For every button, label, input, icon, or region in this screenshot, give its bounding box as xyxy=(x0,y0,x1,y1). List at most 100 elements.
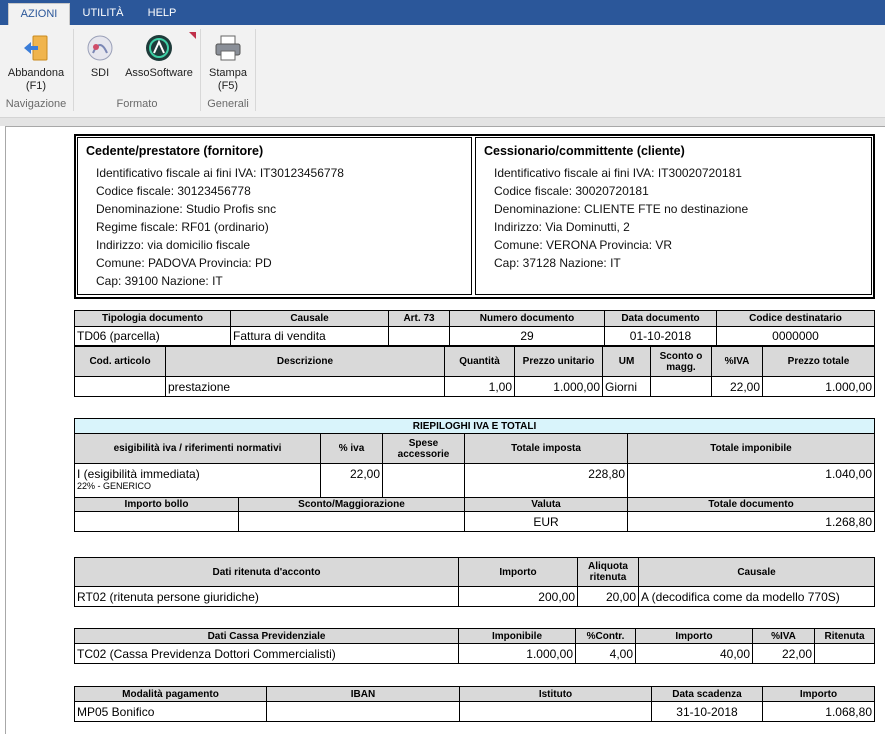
abbandona-shortcut: (F1) xyxy=(25,80,47,92)
iban-cell xyxy=(266,701,460,722)
header-cell: Totale documento xyxy=(627,497,875,512)
stampa-label: Stampa xyxy=(209,67,247,79)
cessionario-line: Codice fiscale: 30020720181 xyxy=(494,184,649,198)
document-data-table: Tipologia documento Causale Art. 73 Nume… xyxy=(74,310,875,346)
table-row: MP05 Bonifico 31-10-2018 1.068,80 xyxy=(74,701,875,722)
esigibilita-value: I (esigibilità immediata) xyxy=(77,467,200,481)
assosoftware-logo-icon xyxy=(144,33,174,63)
cassa-iva-cell: 22,00 xyxy=(752,643,815,664)
header-cell: Descrizione xyxy=(165,346,445,377)
cessionario-line: Indirizzo: Via Dominutti, 2 xyxy=(494,220,630,234)
ritenuta-aliquota-cell: 20,00 xyxy=(577,586,639,607)
cessionario-line: Comune: VERONA Provincia: VR xyxy=(494,238,673,252)
header-cell: Aliquota ritenuta xyxy=(577,557,639,587)
cedente-line: Identificativo fiscale ai fini IVA: IT30… xyxy=(96,166,344,180)
sconto-cell xyxy=(650,376,712,397)
quantita-cell: 1,00 xyxy=(444,376,515,397)
header-cell: Data scadenza xyxy=(651,686,763,702)
header-cell: Quantità xyxy=(444,346,515,377)
spese-cell xyxy=(382,463,465,498)
header-cell: IBAN xyxy=(266,686,460,702)
table-row: TC02 (Cassa Previdenza Dottori Commercia… xyxy=(74,643,875,664)
cassa-imponibile-cell: 1.000,00 xyxy=(458,643,576,664)
totale-imposta-cell: 228,80 xyxy=(464,463,628,498)
pagamento-importo-cell: 1.068,80 xyxy=(762,701,875,722)
header-cell: Sconto/Maggiorazione xyxy=(238,497,465,512)
um-cell: Giorni xyxy=(602,376,651,397)
header-cell: Causale xyxy=(638,557,875,587)
cassa-ritenuta-cell xyxy=(814,643,875,664)
ribbon-separator xyxy=(255,29,256,111)
assosoftware-label: AssoSoftware xyxy=(125,67,193,79)
header-cell: Data documento xyxy=(604,310,717,327)
riepilogo-table: RIEPILOGHI IVA E TOTALI esigibilità iva … xyxy=(74,418,875,532)
header-cell: Cod. articolo xyxy=(74,346,166,377)
cedente-line: Comune: PADOVA Provincia: PD xyxy=(96,256,272,270)
cedente-box: Cedente/prestatore (fornitore) Identific… xyxy=(77,137,472,295)
header-cell: Art. 73 xyxy=(388,310,450,327)
cassa-table: Dati Cassa Previdenziale Imponibile %Con… xyxy=(74,628,875,664)
stampa-shortcut: (F5) xyxy=(217,80,239,92)
tab-azioni[interactable]: AZIONI xyxy=(8,3,70,25)
cessionario-line: Denominazione: CLIENTE FTE no destinazio… xyxy=(494,202,749,216)
header-cell: Causale xyxy=(230,310,389,327)
ribbon-tab-bar: AZIONI UTILITÀ HELP xyxy=(0,0,885,25)
group-formato-label: Formato xyxy=(116,98,158,110)
esigibilita-note: 22% - GENERICO xyxy=(77,481,152,491)
abbandona-button[interactable]: Abbandona (F1) xyxy=(3,33,69,93)
table-row: RT02 (ritenuta persone giuridiche) 200,0… xyxy=(74,586,875,607)
header-cell: Totale imposta xyxy=(464,433,628,464)
header-cell: Importo xyxy=(635,628,753,644)
totale-imponibile-cell: 1.040,00 xyxy=(627,463,875,498)
tab-help[interactable]: HELP xyxy=(138,3,186,25)
cassa-importo-cell: 40,00 xyxy=(635,643,753,664)
cedente-line: Indirizzo: via domicilio fiscale xyxy=(96,238,251,252)
header-cell: Importo xyxy=(762,686,875,702)
ribbon: Abbandona (F1) Navigazione SDI AssoSoftw… xyxy=(0,25,885,118)
assosoftware-button[interactable]: AssoSoftware xyxy=(122,33,196,80)
ribbon-separator xyxy=(200,29,201,111)
cassa-contributo-cell: 4,00 xyxy=(575,643,636,664)
header-cell: Prezzo totale xyxy=(762,346,875,377)
sdi-button[interactable]: SDI xyxy=(80,33,120,80)
dropdown-corner-icon xyxy=(189,32,196,39)
header-cell: Prezzo unitario xyxy=(514,346,603,377)
data-value: 01-10-2018 xyxy=(604,326,717,346)
table-row: prestazione 1,00 1.000,00 Giorni 22,00 1… xyxy=(74,376,875,397)
ritenuta-importo-cell: 200,00 xyxy=(458,586,578,607)
abbandona-label: Abbandona xyxy=(7,67,65,79)
header-cell: Ritenuta xyxy=(814,628,875,644)
exit-door-icon xyxy=(21,33,51,63)
group-navigazione-label: Navigazione xyxy=(5,98,67,110)
pagamento-table: Modalità pagamento IBAN Istituto Data sc… xyxy=(74,686,875,722)
data-scadenza-cell: 31-10-2018 xyxy=(651,701,763,722)
header-cell: Dati Cassa Previdenziale xyxy=(74,628,459,644)
totale-documento-cell: 1.268,80 xyxy=(627,511,875,532)
tab-utilita[interactable]: UTILITÀ xyxy=(74,3,132,25)
header-cell: % iva xyxy=(320,433,383,464)
header-cell: esigibilità iva / riferimenti normativi xyxy=(74,433,321,464)
riepilogo-title: RIEPILOGHI IVA E TOTALI xyxy=(74,418,875,434)
header-cell: Spese accessorie xyxy=(382,433,465,464)
header-cell: Importo bollo xyxy=(74,497,239,512)
group-generali-label: Generali xyxy=(207,98,249,110)
valuta-cell: EUR xyxy=(464,511,628,532)
cod-articolo-cell xyxy=(74,376,166,397)
header-cell: Istituto xyxy=(459,686,652,702)
header-cell: Imponibile xyxy=(458,628,576,644)
sdi-icon xyxy=(85,33,115,63)
header-cell: Valuta xyxy=(464,497,628,512)
header-cell: Tipologia documento xyxy=(74,310,231,327)
ribbon-separator xyxy=(73,29,74,111)
cedente-line: Denominazione: Studio Profis snc xyxy=(96,202,277,216)
ritenuta-table: Dati ritenuta d'acconto Importo Aliquota… xyxy=(74,557,875,607)
sconto-cell xyxy=(238,511,465,532)
bollo-cell xyxy=(74,511,239,532)
cessionario-title: Cessionario/committente (cliente) xyxy=(484,144,685,158)
stampa-button[interactable]: Stampa (F5) xyxy=(204,33,252,93)
esigibilita-cell: I (esigibilità immediata) 22% - GENERICO xyxy=(74,463,321,498)
header-cell: UM xyxy=(602,346,651,377)
cedente-line: Cap: 39100 Nazione: IT xyxy=(96,274,223,288)
header-cell: %Contr. xyxy=(575,628,636,644)
modalita-cell: MP05 Bonifico xyxy=(74,701,267,722)
